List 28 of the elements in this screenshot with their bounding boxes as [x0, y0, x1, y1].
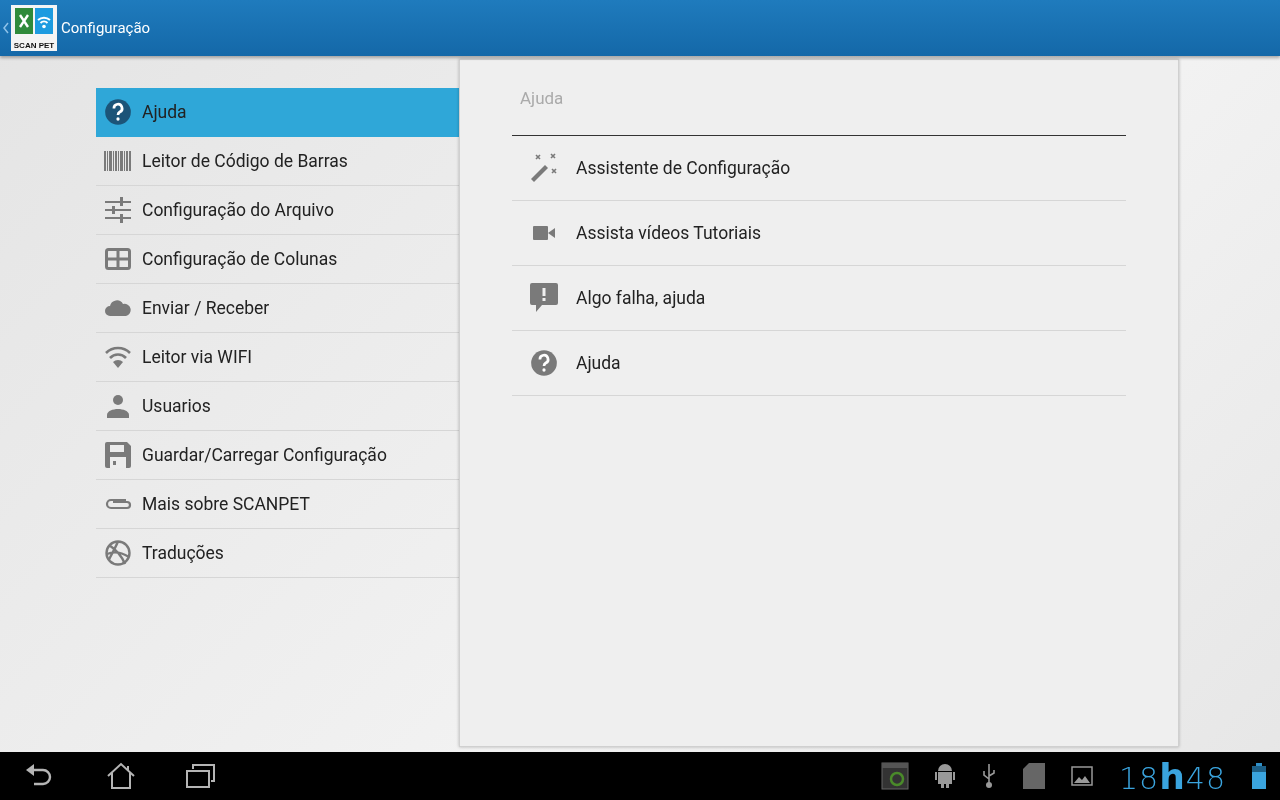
settings-menu-item[interactable]: Ajuda: [96, 88, 459, 137]
usb-icon[interactable]: [981, 763, 997, 789]
sd-card-icon[interactable]: [1023, 763, 1045, 789]
battery-icon[interactable]: [1252, 763, 1266, 789]
screen-title: Configuração: [61, 19, 151, 37]
sync-notification-icon[interactable]: [881, 762, 909, 790]
settings-menu-item[interactable]: Traduções: [96, 529, 459, 578]
clock: 18h48: [1119, 755, 1226, 797]
settings-menu-item[interactable]: Configuração do Arquivo: [96, 186, 459, 235]
panel-header: Ajuda: [512, 60, 1126, 136]
help-option[interactable]: Algo falha, ajuda: [512, 266, 1126, 331]
settings-menu-item[interactable]: Mais sobre SCANPET: [96, 480, 459, 529]
android-debug-icon[interactable]: [935, 763, 955, 789]
image-icon[interactable]: [1071, 766, 1093, 786]
up-button[interactable]: SCAN PET: [0, 0, 57, 56]
help-option[interactable]: Ajuda: [512, 331, 1126, 396]
recent-apps-button[interactable]: [186, 763, 216, 789]
settings-menu-item[interactable]: Leitor de Código de Barras: [96, 137, 459, 186]
settings-menu-item[interactable]: Usuarios: [96, 382, 459, 431]
help-option[interactable]: Assistente de Configuração: [512, 136, 1126, 201]
chevron-icon: [3, 22, 9, 34]
help-option[interactable]: Assista vídeos Tutoriais: [512, 201, 1126, 266]
settings-menu-item[interactable]: Leitor via WIFI: [96, 333, 459, 382]
settings-menu-item[interactable]: Guardar/Carregar Configuração: [96, 431, 459, 480]
settings-menu-item[interactable]: Configuração de Colunas: [96, 235, 459, 284]
settings-menu-item[interactable]: Enviar / Receber: [96, 284, 459, 333]
app-logo: SCAN PET: [11, 5, 57, 51]
home-button[interactable]: [106, 762, 136, 790]
